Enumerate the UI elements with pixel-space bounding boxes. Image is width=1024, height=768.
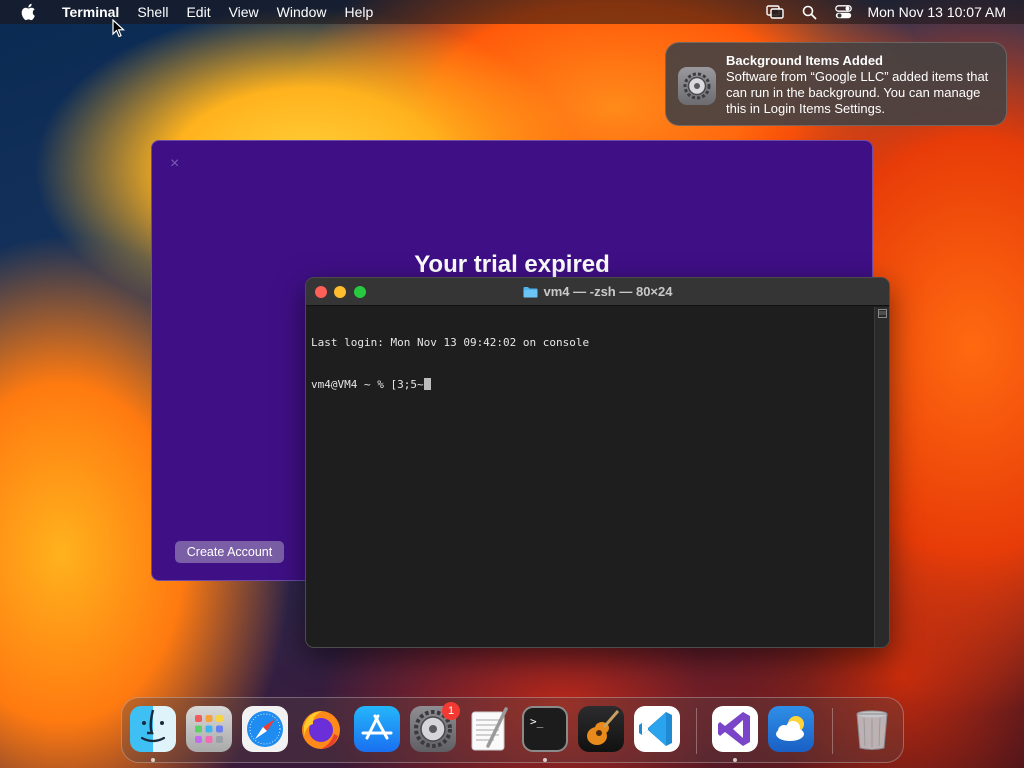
terminal-running-dot (543, 758, 547, 762)
mouse-pointer-icon (112, 19, 125, 38)
terminal-output[interactable]: Last login: Mon Nov 13 09:42:02 on conso… (311, 308, 873, 420)
terminal-window[interactable]: vm4 — -zsh — 80×24 Last login: Mon Nov 1… (305, 277, 890, 648)
terminal-titlebar[interactable]: vm4 — -zsh — 80×24 (306, 278, 889, 306)
screen-mirroring-icon[interactable] (766, 5, 785, 19)
menu-view[interactable]: View (220, 0, 268, 24)
notification-badge: 1 (442, 702, 460, 720)
terminal-scrollbar[interactable] (874, 307, 889, 647)
menu-edit[interactable]: Edit (177, 0, 219, 24)
control-center-icon[interactable] (835, 5, 853, 19)
system-settings-icon[interactable]: 1 (410, 702, 460, 752)
finder-icon[interactable] (130, 706, 176, 752)
finder-running-dot (151, 758, 155, 762)
firefox-icon[interactable] (298, 706, 344, 752)
terminal-line-prompt: vm4@VM4 ~ % [3;5~ (311, 378, 873, 392)
trash-icon[interactable] (849, 706, 895, 752)
visual-studio-running-dot (733, 758, 737, 762)
app-store-icon[interactable] (354, 706, 400, 752)
menu-shell[interactable]: Shell (128, 0, 177, 24)
apple-menu-icon[interactable] (19, 3, 37, 21)
spotlight-search-icon[interactable] (802, 5, 817, 20)
split-pane-icon[interactable] (878, 309, 887, 318)
dock: 1 >_ (121, 697, 904, 763)
menu-bar: Terminal Shell Edit View Window Help Mon… (0, 0, 1024, 24)
terminal-icon[interactable]: >_ (522, 706, 568, 752)
launchpad-icon[interactable] (186, 706, 232, 752)
notification-background-items[interactable]: Background Items Added Software from “Go… (665, 42, 1007, 126)
notification-title: Background Items Added (726, 53, 883, 68)
notification-body: Software from “Google LLC” added items t… (726, 69, 989, 116)
folder-icon (523, 286, 537, 297)
menu-help[interactable]: Help (335, 0, 382, 24)
safari-icon[interactable] (242, 706, 288, 752)
dock-separator-trash (832, 708, 833, 754)
trial-expired-title: Your trial expired (414, 251, 610, 278)
create-account-button[interactable]: Create Account (175, 541, 284, 563)
svg-text:>_: >_ (530, 715, 544, 728)
terminal-line: Last login: Mon Nov 13 09:42:02 on conso… (311, 336, 590, 349)
terminal-prompt-text: vm4@VM4 ~ % [3;5~ (311, 378, 424, 391)
textedit-icon[interactable] (466, 706, 512, 752)
vscode-icon[interactable] (634, 706, 680, 752)
text-cursor (423, 378, 431, 390)
menu-clock[interactable]: Mon Nov 13 10:07 AM (867, 4, 1006, 20)
system-settings-gear-icon (678, 67, 716, 105)
weather-icon[interactable] (768, 706, 814, 752)
close-icon[interactable]: × (170, 155, 179, 173)
dock-separator (696, 708, 697, 754)
garageband-icon[interactable] (578, 706, 624, 752)
visual-studio-icon[interactable] (712, 706, 758, 752)
terminal-window-title: vm4 — -zsh — 80×24 (543, 284, 673, 299)
menu-window[interactable]: Window (268, 0, 336, 24)
